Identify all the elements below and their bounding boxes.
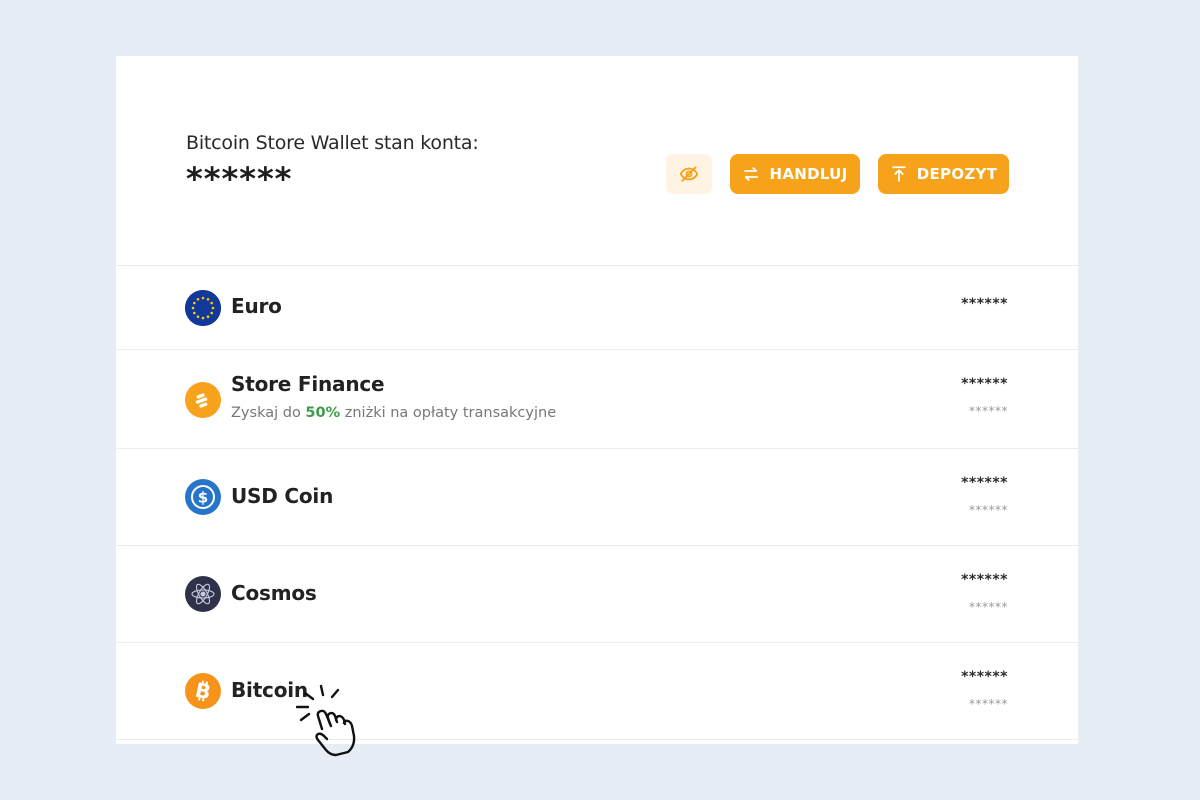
asset-row-usd-coin[interactable]: $ USD Coin ****** ******: [116, 449, 1078, 546]
asset-amount-secondary: ******: [969, 600, 1008, 614]
swap-arrows-icon: [744, 167, 759, 181]
eye-off-icon: [679, 166, 699, 182]
asset-row-bitcoin[interactable]: B Bitcoin ****** ******: [116, 643, 1078, 740]
balance-label: Bitcoin Store Wallet stan konta:: [186, 132, 479, 154]
asset-row-cosmos[interactable]: Cosmos ****** ******: [116, 546, 1078, 643]
promo-suffix: zniżki na opłaty transakcyjne: [340, 405, 557, 421]
deposit-button[interactable]: DEPOZYT: [878, 154, 1009, 194]
toggle-visibility-button[interactable]: [666, 154, 712, 194]
trade-button-label: HANDLUJ: [769, 165, 848, 183]
asset-name: Euro: [231, 294, 282, 318]
asset-amount: ******: [961, 296, 1008, 312]
usd-coin-icon: $: [185, 479, 221, 515]
asset-amount-secondary: ******: [969, 404, 1008, 418]
deposit-button-label: DEPOZYT: [916, 165, 998, 183]
asset-name: USD Coin: [231, 484, 334, 508]
wallet-header: Bitcoin Store Wallet stan konta: ****** …: [116, 56, 1078, 266]
asset-row-store-finance[interactable]: Store Finance Zyskaj do 50% zniżki na op…: [116, 350, 1078, 449]
asset-row-euro[interactable]: Euro ******: [116, 266, 1078, 350]
asset-amount: ******: [961, 376, 1008, 392]
asset-amount: ******: [961, 572, 1008, 588]
wallet-card: Bitcoin Store Wallet stan konta: ****** …: [116, 56, 1078, 744]
hand-pointer-click-icon: [295, 684, 376, 768]
trade-button[interactable]: HANDLUJ: [730, 154, 860, 194]
euro-flag-icon: [185, 290, 221, 326]
promo-prefix: Zyskaj do: [231, 405, 306, 421]
cosmos-icon: [185, 576, 221, 612]
asset-name: Store Finance: [231, 372, 385, 396]
asset-amount: ******: [961, 669, 1008, 685]
promo-percentage: 50%: [305, 405, 341, 421]
asset-name: Cosmos: [231, 581, 317, 605]
asset-amount: ******: [961, 475, 1008, 491]
store-finance-icon: [185, 382, 221, 418]
svg-text:$: $: [198, 489, 208, 507]
bitcoin-icon: B: [185, 673, 221, 709]
asset-amount-secondary: ******: [969, 503, 1008, 517]
asset-amount-secondary: ******: [969, 697, 1008, 711]
balance-value: ******: [186, 160, 293, 198]
asset-promo-text: Zyskaj do 50% zniżki na opłaty transakcy…: [231, 405, 556, 421]
upload-arrow-icon: [891, 166, 906, 182]
